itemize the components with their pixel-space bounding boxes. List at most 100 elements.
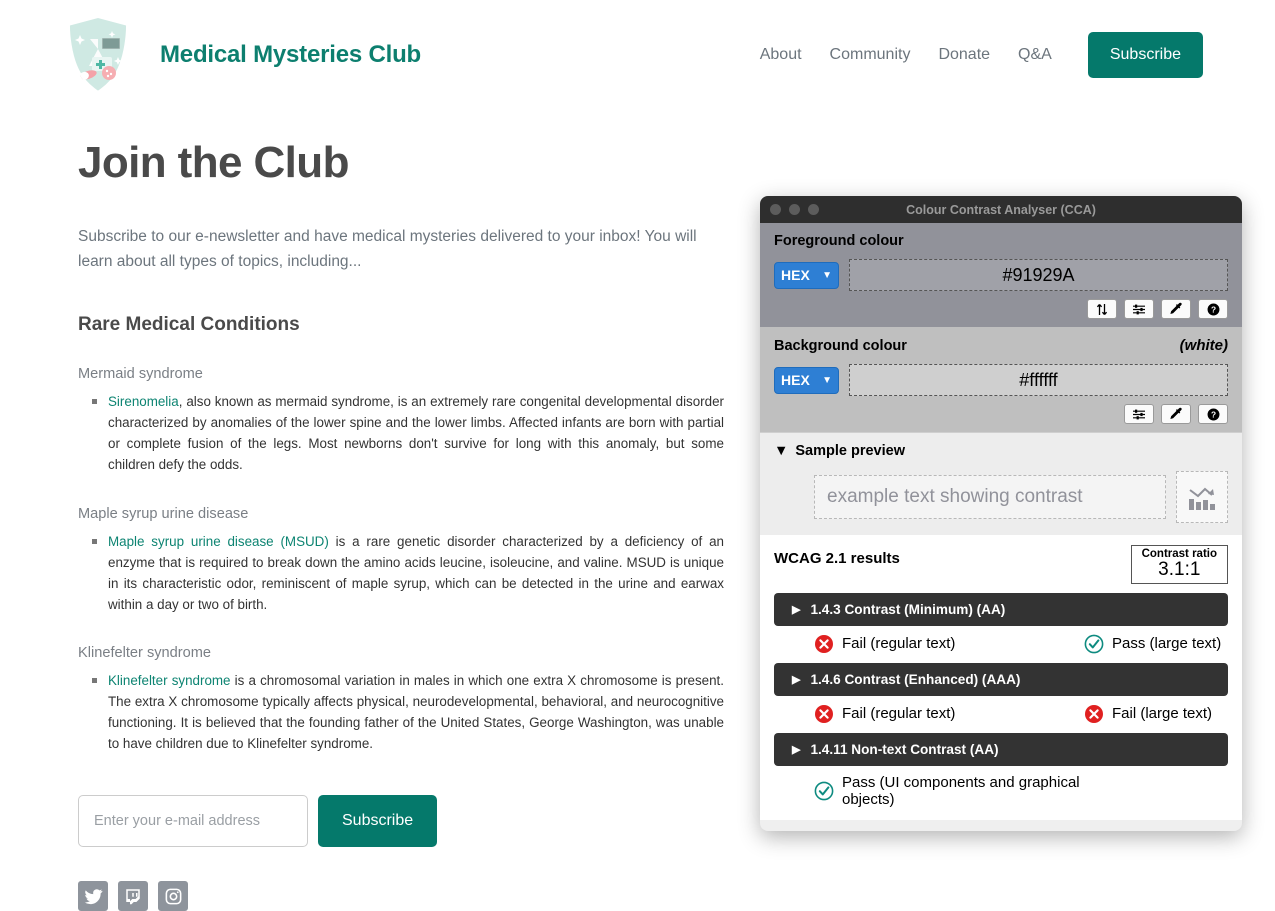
intro-paragraph: Subscribe to our e-newsletter and have m… — [78, 228, 697, 271]
wcag-results-section: WCAG 2.1 results Contrast ratio 3.1:1 ▶ … — [760, 535, 1242, 820]
brand-title[interactable]: Medical Mysteries Club — [160, 41, 421, 69]
site-header: Medical Mysteries Club About Community D… — [0, 0, 1275, 96]
wcag-result-fail-regular: Fail (regular text) — [814, 704, 1084, 724]
subscribe-form: Subscribe — [78, 795, 740, 848]
wcag-result-label: Fail (regular text) — [842, 705, 956, 723]
cca-titlebar[interactable]: Colour Contrast Analyser (CCA) — [760, 196, 1242, 223]
background-tool-row: ? — [774, 404, 1228, 424]
condition-block-klinefelter: Klinefelter syndrome Klinefelter syndrom… — [78, 645, 740, 755]
foreground-format-select[interactable]: HEX ▼ — [774, 261, 839, 289]
help-icon[interactable]: ? — [1198, 299, 1228, 319]
wcag-group-1411-results: Pass (UI components and graphical object… — [814, 774, 1228, 808]
foreground-format-value: HEX — [781, 267, 810, 283]
wcag-header-row: WCAG 2.1 results Contrast ratio 3.1:1 — [774, 545, 1228, 584]
wcag-result-label: Pass (large text) — [1112, 635, 1222, 653]
help-icon[interactable]: ? — [1198, 404, 1228, 424]
wcag-group-143: ▶ 1.4.3 Contrast (Minimum) (AA) Fail (re… — [774, 592, 1228, 654]
condition-list: Klinefelter syndrome is a chromosomal va… — [78, 671, 740, 755]
background-colour-row: HEX ▼ #ffffff — [774, 364, 1228, 396]
sample-preview-toggle[interactable]: ▼ Sample preview — [774, 443, 1228, 459]
cca-window[interactable]: Colour Contrast Analyser (CCA) Foregroun… — [760, 196, 1242, 831]
disclosure-triangle-down-icon: ▼ — [774, 443, 789, 459]
email-field[interactable] — [78, 795, 308, 848]
background-colour-input[interactable]: #ffffff — [849, 364, 1228, 396]
wcag-result-fail-regular: Fail (regular text) — [814, 634, 1084, 654]
condition-title: Klinefelter syndrome — [78, 645, 212, 662]
wcag-result-pass-nontext: Pass (UI components and graphical object… — [814, 774, 1084, 808]
nav-subscribe-button[interactable]: Subscribe — [1087, 32, 1203, 78]
main-nav: About Community Donate Q&A Subscribe — [760, 32, 1203, 78]
wcag-group-143-toggle[interactable]: ▶ 1.4.3 Contrast (Minimum) (AA) — [774, 592, 1228, 626]
list-item: Klinefelter syndrome is a chromosomal va… — [92, 671, 724, 755]
medical-shield-logo[interactable] — [62, 13, 134, 97]
declining-bar-chart-icon — [1176, 471, 1228, 523]
wcag-group-146-label: 1.4.6 Contrast (Enhanced) (AAA) — [810, 671, 1021, 687]
condition-link[interactable]: Maple syrup urine disease (MSUD) — [108, 534, 329, 549]
sample-text: example text showing contrast — [814, 475, 1166, 519]
contrast-ratio-value: 3.1:1 — [1158, 559, 1201, 580]
window-title: Colour Contrast Analyser (CCA) — [906, 202, 1096, 217]
foreground-tool-row: ? — [774, 299, 1228, 319]
nav-item-about[interactable]: About — [760, 46, 802, 64]
condition-list: Sirenomelia, also known as mermaid syndr… — [78, 392, 740, 476]
nav-item-qanda[interactable]: Q&A — [1018, 46, 1052, 64]
sample-preview-row: example text showing contrast — [814, 471, 1228, 523]
disclosure-triangle-right-icon: ▶ — [792, 673, 801, 686]
background-colour-section: Background colour (white) HEX ▼ #ffffff — [760, 327, 1242, 432]
background-label-row: Background colour (white) — [774, 337, 1228, 354]
background-format-select[interactable]: HEX ▼ — [774, 366, 839, 394]
wcag-group-146: ▶ 1.4.6 Contrast (Enhanced) (AAA) Fail (… — [774, 662, 1228, 724]
list-item: Sirenomelia, also known as mermaid syndr… — [92, 392, 724, 476]
disclosure-triangle-right-icon: ▶ — [792, 603, 801, 616]
foreground-colour-row: HEX ▼ #91929A — [774, 259, 1228, 291]
twitch-icon[interactable] — [118, 881, 148, 911]
sliders-icon[interactable] — [1124, 404, 1154, 424]
condition-block-mermaid: Mermaid syndrome Sirenomelia, also known… — [78, 366, 740, 476]
sample-preview-label: Sample preview — [795, 443, 905, 459]
sliders-icon[interactable] — [1124, 299, 1154, 319]
list-item: Maple syrup urine disease (MSUD) is a ra… — [92, 532, 724, 616]
wcag-result-label: Fail (regular text) — [842, 635, 956, 653]
wcag-group-146-results: Fail (regular text) Fail (large text) — [814, 704, 1228, 724]
wcag-group-1411-label: 1.4.11 Non-text Contrast (AA) — [810, 741, 999, 757]
foreground-colour-input[interactable]: #91929A — [849, 259, 1228, 291]
page-title: Join the Club — [78, 138, 349, 187]
condition-body: , also known as mermaid syndrome, is an … — [108, 394, 724, 472]
window-close-button[interactable] — [770, 204, 781, 215]
condition-link[interactable]: Sirenomelia — [108, 394, 179, 409]
wcag-group-146-toggle[interactable]: ▶ 1.4.6 Contrast (Enhanced) (AAA) — [774, 662, 1228, 696]
twitter-icon[interactable] — [78, 881, 108, 911]
main-content: Join the Club Subscribe to our e-newslet… — [0, 138, 740, 911]
subscribe-button[interactable]: Subscribe — [318, 795, 438, 848]
wcag-group-1411-toggle[interactable]: ▶ 1.4.11 Non-text Contrast (AA) — [774, 732, 1228, 766]
condition-title: Mermaid syndrome — [78, 366, 203, 383]
condition-title: Maple syrup urine disease — [78, 505, 249, 522]
foreground-colour-section: Foreground colour HEX ▼ #91929A ? — [760, 223, 1242, 327]
eyedropper-icon[interactable] — [1161, 299, 1191, 319]
svg-text:?: ? — [1210, 304, 1215, 314]
chevron-down-icon: ▼ — [822, 269, 832, 281]
contrast-ratio-box: Contrast ratio 3.1:1 — [1130, 545, 1228, 584]
condition-link[interactable]: Klinefelter syndrome — [108, 673, 231, 688]
eyedropper-icon[interactable] — [1161, 404, 1191, 424]
instagram-icon[interactable] — [158, 881, 188, 911]
section-heading: Rare Medical Conditions — [78, 314, 300, 336]
wcag-title: WCAG 2.1 results — [774, 550, 900, 567]
fail-icon — [1085, 704, 1103, 723]
wcag-group-1411: ▶ 1.4.11 Non-text Contrast (AA) Pass (UI… — [774, 732, 1228, 808]
sample-preview-section: ▼ Sample preview example text showing co… — [760, 432, 1242, 535]
nav-item-donate[interactable]: Donate — [938, 46, 990, 64]
nav-item-community[interactable]: Community — [830, 46, 911, 64]
wcag-result-label: Fail (large text) — [1112, 705, 1213, 723]
swap-colours-icon[interactable] — [1087, 299, 1117, 319]
background-format-value: HEX — [781, 372, 810, 388]
background-colour-name: (white) — [1179, 337, 1228, 354]
fail-icon — [815, 634, 833, 653]
social-links — [78, 881, 740, 911]
window-maximize-button[interactable] — [808, 204, 819, 215]
foreground-label: Foreground colour — [774, 233, 904, 249]
condition-block-msud: Maple syrup urine disease Maple syrup ur… — [78, 506, 740, 616]
wcag-result-pass-large: Pass (large text) — [1084, 634, 1221, 654]
window-minimize-button[interactable] — [789, 204, 800, 215]
svg-text:?: ? — [1210, 409, 1215, 419]
